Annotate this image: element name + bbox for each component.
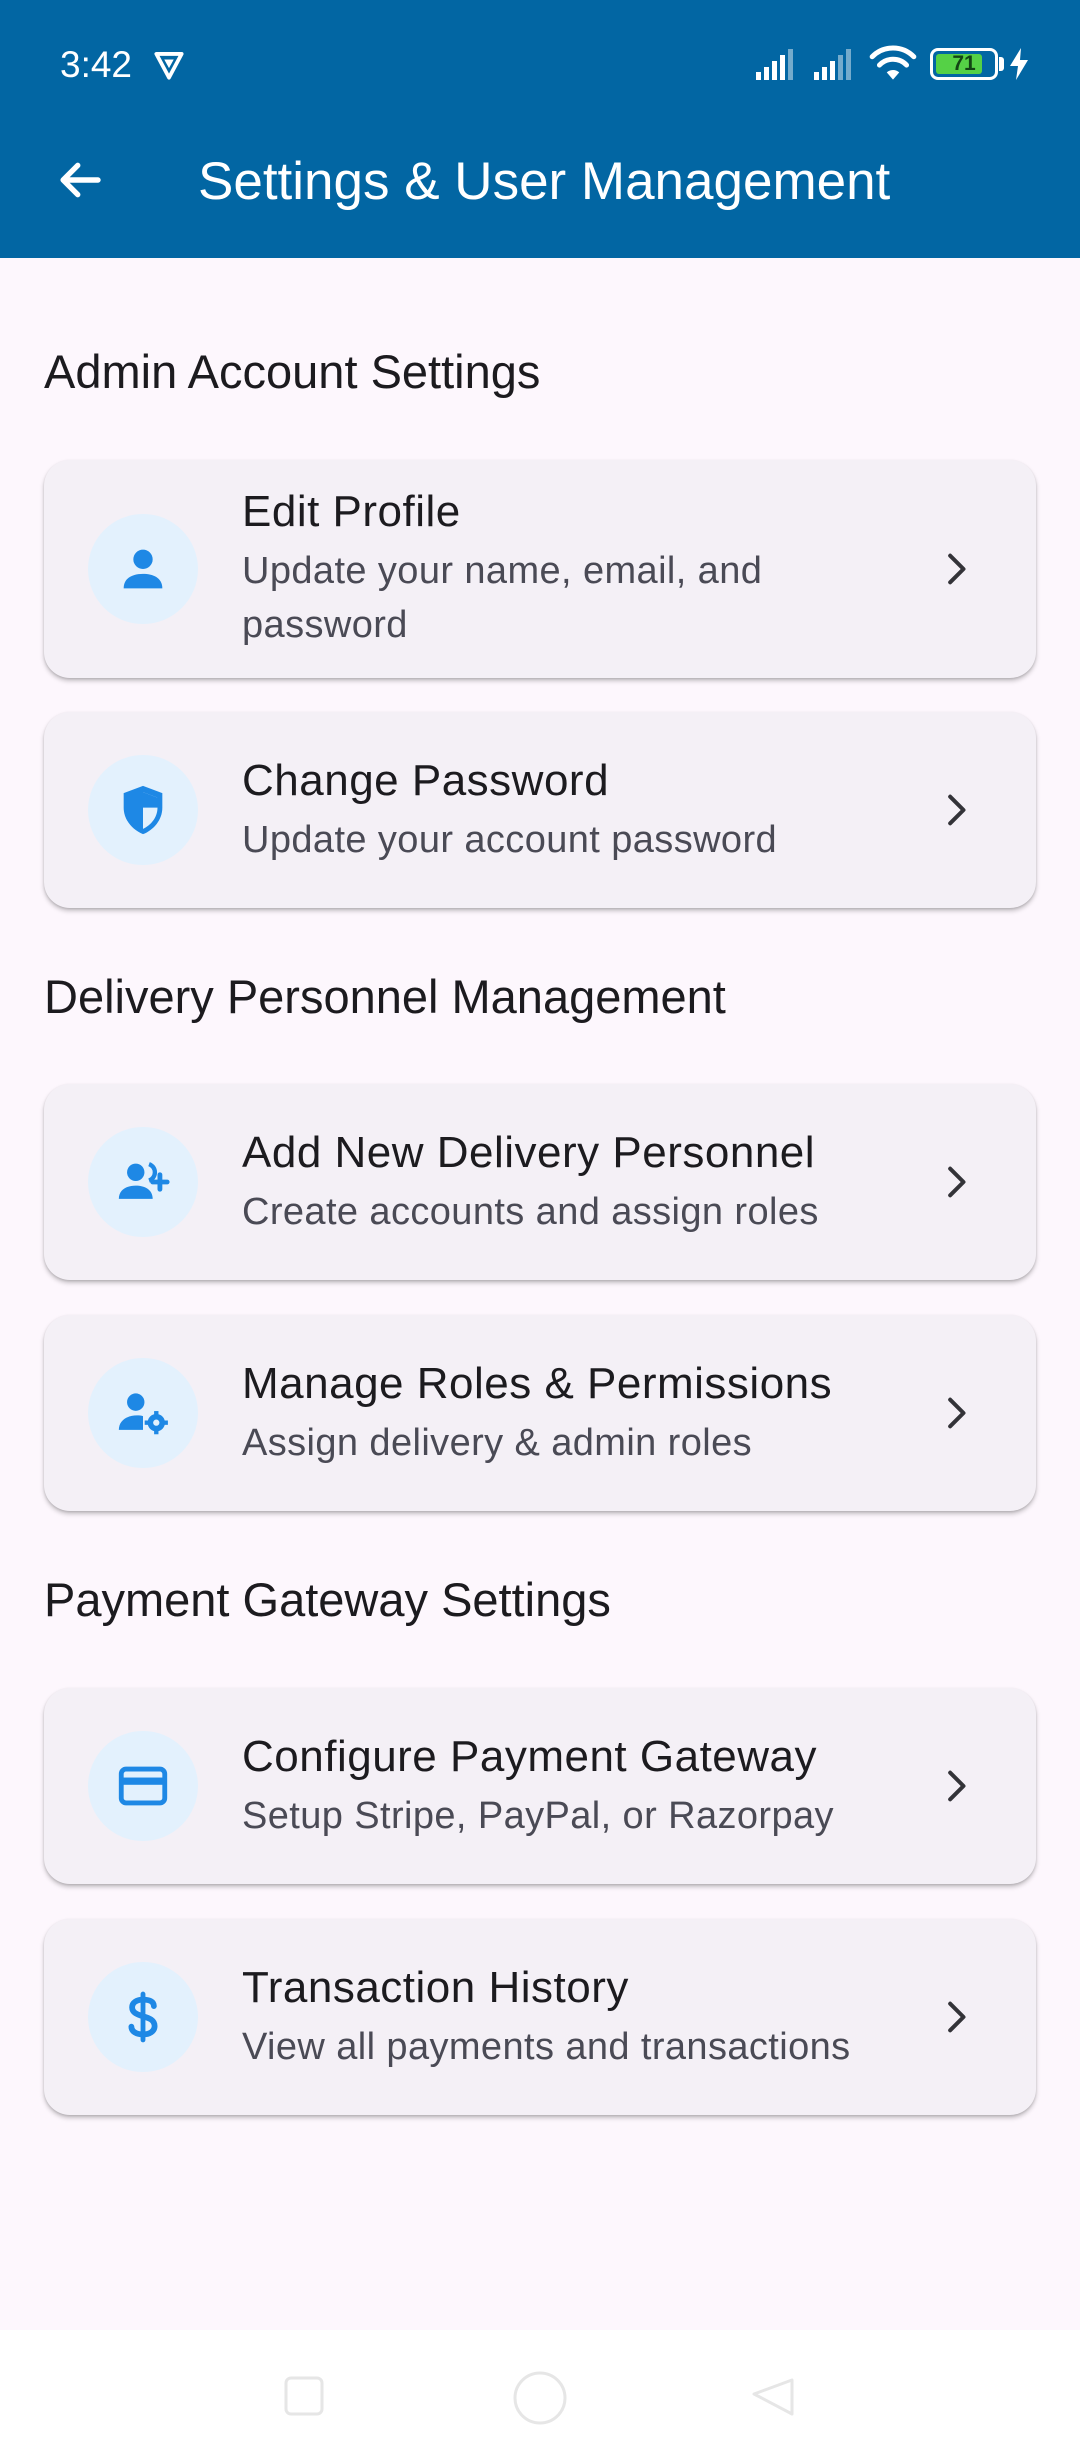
chevron-right-icon <box>948 553 966 585</box>
person-add-icon <box>118 1162 170 1199</box>
signal-icon <box>754 46 804 82</box>
transaction-history-icon-circle <box>88 1962 198 2072</box>
app-bar: 3:42 71 Settings & User Management <box>0 0 1080 258</box>
vpn-shield-icon <box>150 46 188 84</box>
recents-button[interactable] <box>282 2374 326 2418</box>
chevron-right-icon <box>948 1397 966 1429</box>
system-navigation-bar <box>0 2330 1080 2460</box>
back-nav-button[interactable] <box>748 2374 796 2418</box>
configure-payment-gateway-icon-circle <box>88 1731 198 1841</box>
card-subtitle: Create accounts and assign roles <box>242 1191 819 1233</box>
change-password-icon-circle <box>88 755 198 865</box>
edit-profile-icon-circle <box>88 514 198 624</box>
card-subtitle: Assign delivery & admin roles <box>242 1422 753 1464</box>
wifi-icon <box>868 42 918 84</box>
section-title-admin-account: Admin Account Settings <box>44 345 541 398</box>
status-time: 3:42 <box>60 44 133 85</box>
page-title: Settings & User Management <box>198 152 891 211</box>
card-subtitle: Update your name, email, and password <box>242 550 763 646</box>
chevron-right-icon <box>948 1166 966 1198</box>
transaction-history-text: Transaction History View all payments an… <box>242 1960 882 2074</box>
section-title-payment-gateway: Payment Gateway Settings <box>44 1573 611 1626</box>
configure-payment-gateway-card[interactable]: Configure Payment Gateway Setup Stripe, … <box>44 1688 1036 1884</box>
manage-roles-card[interactable]: Manage Roles & Permissions Assign delive… <box>44 1315 1036 1511</box>
edit-profile-text: Edit Profile Update your name, email, an… <box>242 484 882 652</box>
chevron-right-icon <box>948 1770 966 1802</box>
card-title: Configure Payment Gateway <box>242 1732 818 1781</box>
manage-accounts-icon <box>118 1393 168 1435</box>
back-button[interactable] <box>40 140 120 220</box>
card-title: Manage Roles & Permissions <box>242 1359 833 1408</box>
card-title: Add New Delivery Personnel <box>242 1128 816 1177</box>
credit-card-icon <box>118 1766 168 1806</box>
transaction-history-card[interactable]: Transaction History View all payments an… <box>44 1919 1036 2115</box>
person-icon <box>123 549 163 589</box>
chevron-right-icon <box>948 2001 966 2033</box>
charging-bolt-icon <box>1008 47 1030 81</box>
battery-level: 71 <box>952 52 976 75</box>
configure-payment-gateway-text: Configure Payment Gateway Setup Stripe, … <box>242 1729 882 1843</box>
section-title-delivery-personnel: Delivery Personnel Management <box>44 970 726 1023</box>
battery-icon: 71 <box>930 48 998 80</box>
change-password-text: Change Password Update your account pass… <box>242 753 882 867</box>
card-subtitle: Update your account password <box>242 819 778 861</box>
chevron-right-icon <box>948 794 966 826</box>
edit-profile-card[interactable]: Edit Profile Update your name, email, an… <box>44 460 1036 678</box>
signal-icon <box>812 46 862 82</box>
dollar-icon <box>128 1991 158 2043</box>
card-subtitle: View all payments and transactions <box>242 2026 851 2068</box>
shield-icon <box>123 785 163 835</box>
change-password-card[interactable]: Change Password Update your account pass… <box>44 712 1036 908</box>
home-button[interactable] <box>510 2368 570 2428</box>
card-title: Transaction History <box>242 1963 629 2012</box>
manage-roles-text: Manage Roles & Permissions Assign delive… <box>242 1356 882 1470</box>
card-subtitle: Setup Stripe, PayPal, or Razorpay <box>242 1795 834 1837</box>
battery-tip <box>999 57 1004 71</box>
arrow-back-icon <box>60 162 101 198</box>
add-delivery-personnel-text: Add New Delivery Personnel Create accoun… <box>242 1125 882 1239</box>
manage-roles-icon-circle <box>88 1358 198 1468</box>
card-title: Edit Profile <box>242 487 461 536</box>
add-delivery-personnel-card[interactable]: Add New Delivery Personnel Create accoun… <box>44 1084 1036 1280</box>
add-delivery-personnel-icon-circle <box>88 1127 198 1237</box>
status-bar: 3:42 71 <box>0 0 1080 128</box>
card-title: Change Password <box>242 756 610 805</box>
